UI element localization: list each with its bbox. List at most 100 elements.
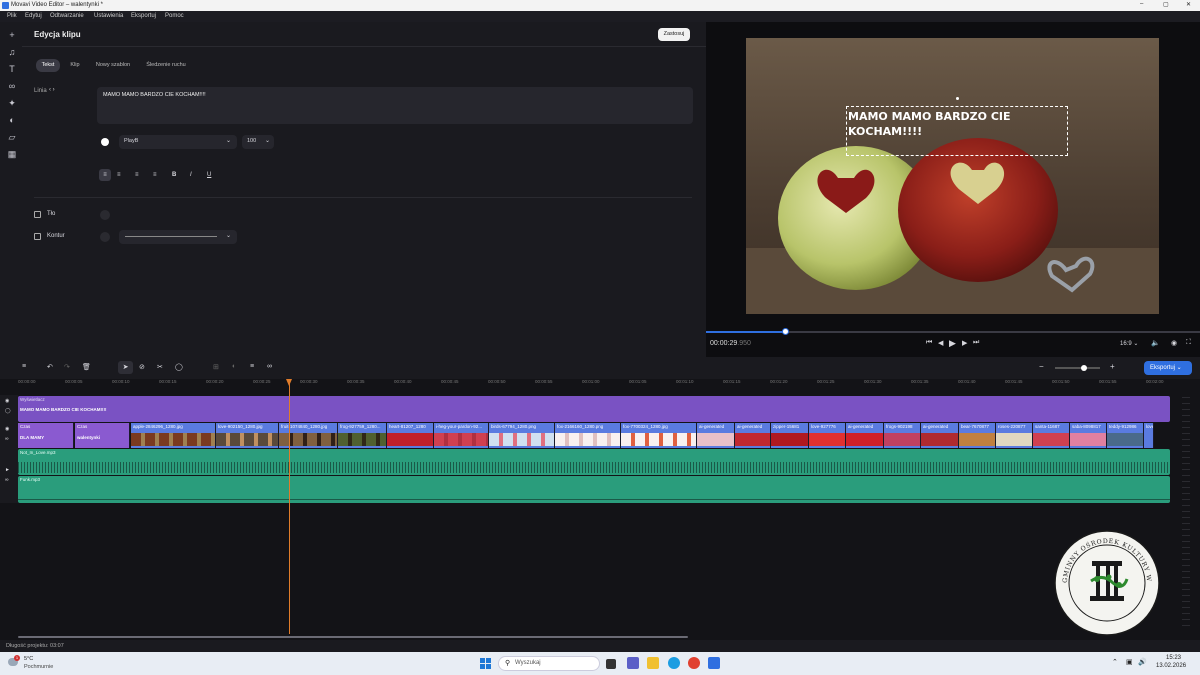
eye-icon[interactable]: ◉ <box>5 398 9 404</box>
video-clip[interactable]: ai-generated <box>735 423 771 448</box>
video-clip[interactable]: ai-generated <box>697 423 735 448</box>
color-adjust-icon[interactable]: ◐ <box>232 363 236 370</box>
video-clip[interactable]: fox-2166160_1280.png <box>555 423 621 448</box>
align-left-icon[interactable]: ≡ <box>99 169 111 181</box>
movavi-icon[interactable] <box>708 657 720 669</box>
text-input[interactable]: MAMO MAMO BARDZO CIE KOCHAM!!!! <box>97 87 693 124</box>
minimize-button[interactable]: – <box>1140 1 1143 7</box>
delete-icon[interactable]: 🗑 <box>82 363 91 371</box>
fullscreen-icon[interactable]: ⛶ <box>1186 339 1191 347</box>
transition-icon[interactable]: ∞ <box>267 363 272 370</box>
music-icon[interactable]: ♫ <box>6 46 18 58</box>
size-select[interactable]: 100 ⌄ <box>242 135 274 149</box>
skip-end-icon[interactable]: ⏭ <box>973 339 979 347</box>
speaker-icon[interactable]: ► <box>5 467 10 473</box>
time-ruler[interactable]: 00:00:00 00:00:05 00:00:10 00:00:15 00:0… <box>18 379 1170 391</box>
resize-handle[interactable] <box>956 97 959 100</box>
background-color-swatch[interactable] <box>100 210 110 220</box>
font-select[interactable]: PlayB ⌄ <box>119 135 237 149</box>
progress-track[interactable] <box>706 331 1200 333</box>
outline-style-select[interactable]: ⌄ <box>119 230 237 244</box>
skip-start-icon[interactable]: ⏮ <box>926 339 932 347</box>
network-icon[interactable]: ▣ <box>1126 658 1133 666</box>
tab-new-template[interactable]: Nowy szablon <box>90 59 136 72</box>
align-right-icon[interactable]: ≡ <box>135 169 139 181</box>
text-clip[interactable]: Czas DLA MAMY <box>18 423 74 448</box>
outline-color-swatch[interactable] <box>100 232 110 242</box>
align-center-icon[interactable]: ≡ <box>117 169 121 181</box>
video-clip[interactable]: santa-11687 <box>1033 423 1070 448</box>
italic-icon[interactable]: I <box>190 169 192 181</box>
progress-handle[interactable] <box>782 328 789 335</box>
cut-icon[interactable]: ✂ <box>157 363 163 371</box>
video-clip[interactable]: fruit-1074840_1280.jpg <box>279 423 338 448</box>
chrome-icon[interactable] <box>688 657 700 669</box>
step-back-icon[interactable]: ◀ <box>938 339 943 347</box>
horizontal-scrollbar[interactable] <box>18 636 688 638</box>
zoom-out-icon[interactable]: − <box>1039 362 1044 371</box>
menu-edit[interactable]: Edytuj <box>25 13 42 19</box>
underline-icon[interactable]: U <box>207 169 211 181</box>
zoom-in-icon[interactable]: + <box>1110 362 1115 371</box>
title-clip[interactable]: Wyświetlacz MAMO MAMO BARDZO CIE KOCHAM!… <box>18 396 1170 422</box>
video-clip[interactable]: frogs-902198 <box>884 423 921 448</box>
marker-icon[interactable]: ◯ <box>175 363 183 371</box>
video-clip[interactable]: i-heg-your-pardon-92... <box>434 423 489 448</box>
filters-icon[interactable]: ◐ <box>6 114 18 126</box>
video-clip[interactable]: bear-7670877 <box>959 423 996 448</box>
select-tool-icon[interactable]: ➤ <box>118 361 133 374</box>
video-clip[interactable]: heart-81207_1280 <box>387 423 434 448</box>
undo-icon[interactable]: ↶ <box>47 363 53 371</box>
video-clip[interactable]: saba-8098817 <box>1070 423 1107 448</box>
maximize-button[interactable]: ▢ <box>1163 1 1169 8</box>
bold-icon[interactable]: B <box>172 169 176 181</box>
crop-icon[interactable]: ⊞ <box>213 363 219 371</box>
snapshot-icon[interactable]: ◉ <box>1171 339 1177 347</box>
video-clip[interactable]: frog-927759_1280... <box>338 423 387 448</box>
step-forward-icon[interactable]: ▶ <box>962 339 967 347</box>
redo-icon[interactable]: ↷ <box>64 363 70 371</box>
video-clip[interactable]: fox-7700324_1280.jpg <box>621 423 697 448</box>
audio-clip[interactable]: Not_In_Love.mp3 <box>18 449 1170 475</box>
play-icon[interactable]: ▶ <box>949 338 956 349</box>
video-clip[interactable]: teddy-912986 <box>1107 423 1144 448</box>
volume-icon[interactable]: 🔈 <box>1151 339 1160 347</box>
volume-tray-icon[interactable]: 🔊 <box>1138 658 1147 666</box>
video-clip[interactable]: birds-67794_1280.png <box>489 423 555 448</box>
teams-icon[interactable] <box>627 657 639 669</box>
tray-chevron-icon[interactable]: ⌃ <box>1112 658 1118 666</box>
transitions-icon[interactable]: ∞ <box>6 80 18 92</box>
start-button[interactable] <box>480 658 491 669</box>
clock-date[interactable]: 13.02.2026 <box>1156 663 1186 669</box>
video-clip[interactable]: ai-generated <box>921 423 959 448</box>
aspect-ratio-select[interactable]: 16:9 ⌄ <box>1120 340 1138 347</box>
menu-file[interactable]: Plik <box>7 13 17 19</box>
export-button[interactable]: Eksportuj ⌄ <box>1144 361 1192 375</box>
titles-icon[interactable]: T <box>6 63 18 75</box>
background-checkbox[interactable] <box>34 211 41 218</box>
task-view-icon[interactable] <box>606 659 616 669</box>
video-clip[interactable]: roses-220877 <box>996 423 1033 448</box>
apply-button[interactable]: Zastosuj <box>658 28 690 41</box>
close-button[interactable]: ✕ <box>1186 1 1191 8</box>
adjust-icon[interactable]: ≡ <box>250 363 254 370</box>
video-clip[interactable]: love <box>1144 423 1154 448</box>
search-box[interactable]: ⚲ Wyszukaj <box>498 656 600 671</box>
menu-playback[interactable]: Odtwarzanie <box>50 13 84 19</box>
ripple-icon[interactable]: ⊘ <box>139 363 145 371</box>
video-clip[interactable]: apple-2846296_1280.jpg <box>131 423 216 448</box>
effects-icon[interactable]: ✦ <box>6 97 18 109</box>
more-tools-icon[interactable]: ▦ <box>6 148 18 160</box>
lock-icon[interactable]: ◯ <box>5 408 11 414</box>
file-explorer-icon[interactable] <box>647 657 659 669</box>
zoom-slider[interactable] <box>1055 365 1100 371</box>
eye-icon[interactable]: ◉ <box>5 426 9 432</box>
text-clip[interactable]: Czas walentynki <box>75 423 130 448</box>
menu-settings[interactable]: Ustawienia <box>94 13 123 19</box>
video-clip[interactable]: ai-generated <box>846 423 884 448</box>
stickers-icon[interactable]: ▱ <box>6 131 18 143</box>
weather-widget[interactable]: 1 5°C Pochmurnie <box>8 655 68 672</box>
text-overlay-box[interactable]: MAMO MAMO BARDZO CIE KOCHAM!!!! <box>846 106 1068 156</box>
link-icon[interactable]: ∞ <box>5 436 9 442</box>
add-media-icon[interactable]: + <box>6 29 18 41</box>
